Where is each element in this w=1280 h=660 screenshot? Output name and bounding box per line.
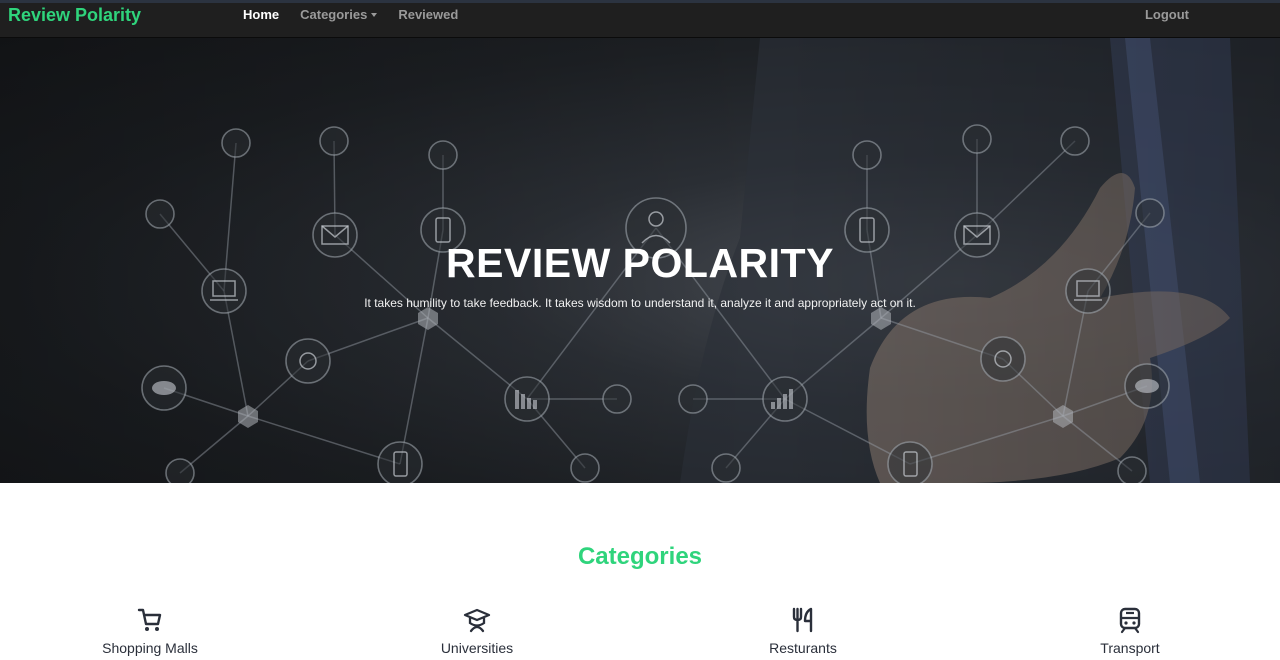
category-resturants[interactable]: Resturants	[723, 606, 883, 656]
category-universities[interactable]: Universities	[397, 606, 557, 656]
category-label: Transport	[1100, 640, 1160, 656]
hero-subtitle: It takes humility to take feedback. It t…	[364, 296, 916, 310]
nav-categories-label: Categories	[300, 7, 368, 22]
graduation-cap-icon	[463, 608, 491, 633]
category-label: Resturants	[769, 640, 837, 656]
hero-title: REVIEW POLARITY	[446, 240, 834, 286]
nav-reviewed[interactable]: Reviewed	[398, 7, 458, 22]
nav-categories-dropdown[interactable]: Categories	[300, 7, 378, 22]
navbar: Review Polarity Home Categories Reviewed…	[0, 0, 1280, 38]
train-icon	[1119, 607, 1141, 634]
category-label: Universities	[440, 640, 514, 656]
logout-link[interactable]: Logout	[1145, 7, 1189, 22]
category-label: Shopping Malls	[102, 640, 198, 656]
brand-logo[interactable]: Review Polarity	[8, 5, 141, 26]
category-transport[interactable]: Transport	[1050, 606, 1210, 656]
caret-down-icon	[371, 12, 378, 17]
shopping-cart-icon	[137, 608, 162, 631]
nav-home[interactable]: Home	[243, 7, 279, 22]
hero-banner: REVIEW POLARITY It takes humility to tak…	[0, 38, 1280, 483]
categories-heading: Categories	[577, 543, 703, 570]
category-shopping-malls[interactable]: Shopping Malls	[70, 606, 230, 656]
nav-links: Home Categories Reviewed	[243, 7, 479, 22]
fork-knife-icon	[792, 607, 813, 633]
